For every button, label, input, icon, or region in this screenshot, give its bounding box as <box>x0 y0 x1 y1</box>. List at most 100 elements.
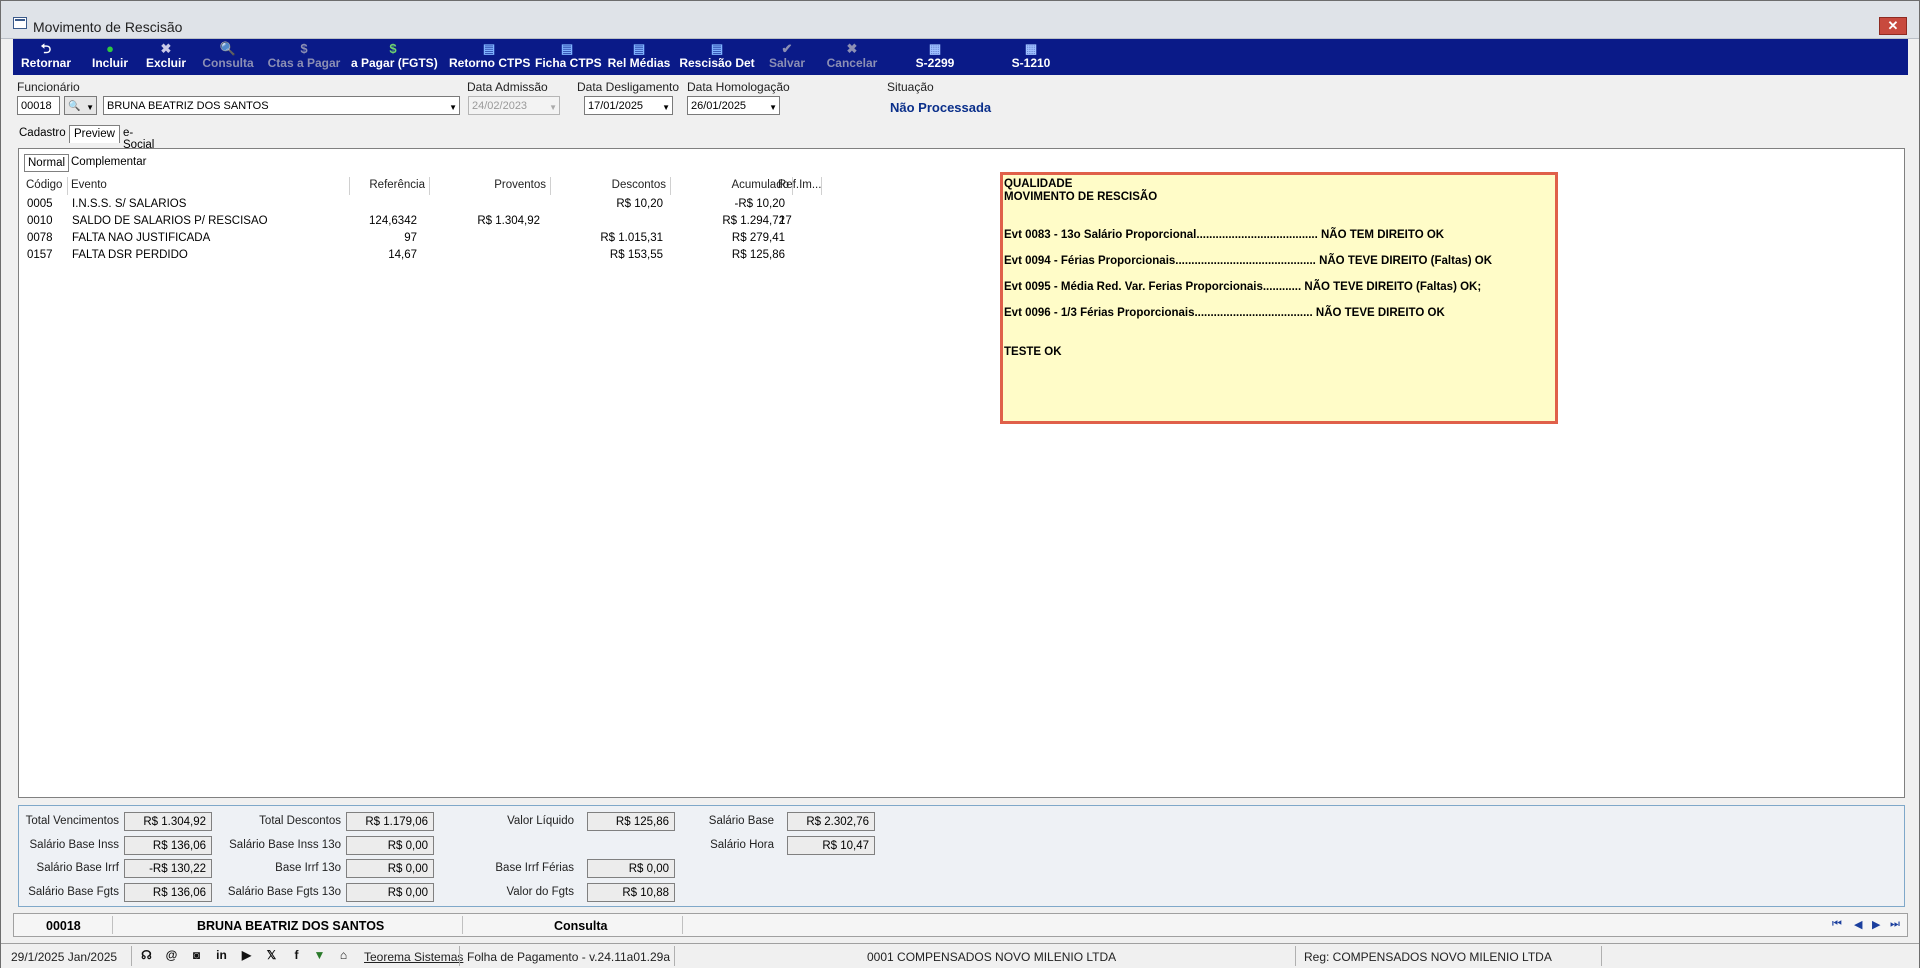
col-divider <box>550 177 551 195</box>
salario-hora-label: Salário Hora <box>710 839 774 851</box>
first-record-icon[interactable]: ⏮ <box>1832 918 1842 931</box>
linkedin-icon[interactable]: in <box>214 948 229 963</box>
tab-preview[interactable]: Preview <box>69 125 120 143</box>
status-divider <box>131 946 132 966</box>
preview-panel: Normal Complementar Código Evento Referê… <box>18 148 1905 798</box>
total-descontos-value: R$ 1.179,06 <box>346 812 434 831</box>
at-icon[interactable]: @ <box>164 948 179 963</box>
nav-mode: Consulta <box>554 919 608 933</box>
salario-base-inss-label: Salário Base Inss <box>29 839 120 851</box>
teorema-link[interactable]: Teorema Sistemas <box>364 950 463 964</box>
col-descontos[interactable]: Descontos <box>554 179 666 191</box>
table-row[interactable]: 0078 FALTA NAO JUSTIFICADA 97 R$ 1.015,3… <box>19 232 819 249</box>
document-icon: ▦ <box>1024 41 1038 56</box>
homologacao-label: Data Homologação <box>687 80 790 94</box>
table-row[interactable]: 0157 FALTA DSR PERDIDO 14,67 R$ 153,55 R… <box>19 249 819 266</box>
toolbar: ⮌ Retornar ● Incluir ✖ Excluir 🔍 Consulta $ C… <box>13 39 1908 75</box>
a-pagar-fgts-button[interactable]: $ a Pagar (FGTS) <box>351 41 438 73</box>
close-button[interactable]: ✕ <box>1879 17 1907 35</box>
desligamento-date-field[interactable]: 17/01/2025 ▼ <box>584 96 673 115</box>
status-divider <box>459 946 460 966</box>
consulta-button[interactable]: 🔍 Consulta <box>201 41 255 73</box>
rescisao-det-button[interactable]: ▤ Rescisão Det <box>679 41 755 73</box>
homologacao-date-field[interactable]: 26/01/2025 ▼ <box>687 96 780 115</box>
incluir-button[interactable]: ● Incluir <box>87 41 133 73</box>
cancelar-button[interactable]: ✖ Cancelar <box>825 41 879 73</box>
total-descontos-label: Total Descontos <box>259 815 341 827</box>
twitter-icon[interactable]: 𝕏 <box>264 948 279 963</box>
funcionario-search-button[interactable]: 🔍 ▼ <box>64 96 97 115</box>
col-proventos[interactable]: Proventos <box>433 179 546 191</box>
col-codigo[interactable]: Código <box>26 179 62 191</box>
teorema-logo-icon[interactable]: ▼ <box>312 948 327 963</box>
cell-descontos: R$ 1.015,31 <box>600 232 663 244</box>
excluir-button[interactable]: ✖ Excluir <box>143 41 189 73</box>
headset-icon[interactable]: ☊ <box>139 948 154 963</box>
retorno-ctps-button[interactable]: ▤ Retorno CTPS <box>449 41 530 73</box>
last-record-icon[interactable]: ⏭ <box>1890 918 1900 931</box>
money-bag-icon: $ <box>389 41 397 56</box>
cell-acumulado: R$ 125,86 <box>731 249 785 261</box>
check-icon: ✔ <box>781 41 793 56</box>
col-ref-im[interactable]: Ref.Im... <box>778 179 821 191</box>
col-divider <box>429 177 430 195</box>
situacao-value: Não Processada <box>890 100 992 115</box>
youtube-icon[interactable]: ▶ <box>239 948 254 963</box>
academy-icon[interactable]: ⌂ <box>336 948 351 963</box>
ficha-ctps-button[interactable]: ▤ Ficha CTPS <box>535 41 602 73</box>
cell-referencia: 97 <box>404 232 417 244</box>
col-referencia[interactable]: Referência <box>353 179 425 191</box>
base-irrf-ferias-value: R$ 0,00 <box>587 859 675 878</box>
s-2299-button[interactable]: ▦ S-2299 <box>911 41 959 73</box>
salvar-button[interactable]: ✔ Salvar <box>765 41 809 73</box>
subtab-normal[interactable]: Normal <box>24 154 70 172</box>
printer-icon: ▤ <box>482 41 496 56</box>
col-acumulado[interactable]: Acumulado <box>674 179 789 191</box>
next-record-icon[interactable]: ▶ <box>1872 918 1880 931</box>
salario-base-fgts-13o-value: R$ 0,00 <box>346 883 434 902</box>
prev-record-icon[interactable]: ◀ <box>1854 918 1862 931</box>
total-vencimentos-label: Total Vencimentos <box>25 815 119 827</box>
valor-liquido-label: Valor Líquido <box>507 815 574 827</box>
chevron-down-icon: ▼ <box>769 103 777 112</box>
instagram-icon[interactable]: ◙ <box>189 948 204 963</box>
cell-evento: FALTA DSR PERDIDO <box>72 249 188 261</box>
printer-icon: ▤ <box>710 41 724 56</box>
note-line: Evt 0083 - 13o Salário Proporcional.....… <box>1004 229 1445 241</box>
nav-employee-name: BRUNA BEATRIZ DOS SANTOS <box>197 919 385 933</box>
cell-codigo: 0010 <box>27 215 53 227</box>
tab-cadastro[interactable]: Cadastro <box>15 125 70 143</box>
search-icon: 🔍 <box>68 101 81 112</box>
tab-esocial[interactable]: e-Social <box>119 125 158 151</box>
cell-descontos: R$ 153,55 <box>609 249 663 261</box>
admissao-date-field[interactable]: 24/02/2023 ▼ <box>468 96 560 115</box>
printer-icon: ▤ <box>632 41 646 56</box>
base-irrf-13o-label: Base Irrf 13o <box>275 862 341 874</box>
return-icon: ⮌ <box>40 41 52 56</box>
nav-divider <box>682 916 683 934</box>
table-row[interactable]: 0005 I.N.S.S. S/ SALARIOS R$ 10,20 -R$ 1… <box>19 198 819 215</box>
cell-referencia: 124,6342 <box>369 215 417 227</box>
facebook-icon[interactable]: f <box>289 948 304 963</box>
table-row[interactable]: 0010 SALDO DE SALARIOS P/ RESCISAO 124,6… <box>19 215 819 232</box>
col-evento[interactable]: Evento <box>71 179 107 191</box>
status-reg: Reg: COMPENSADOS NOVO MILENIO LTDA <box>1304 950 1552 964</box>
ctas-a-pagar-button[interactable]: $ Ctas a Pagar <box>267 41 341 73</box>
subtab-complementar[interactable]: Complementar <box>68 154 149 172</box>
col-divider <box>821 177 822 195</box>
s-1210-button[interactable]: ▦ S-1210 <box>1007 41 1055 73</box>
note-line: MOVIMENTO DE RESCISÃO <box>1004 191 1158 203</box>
rel-medias-button[interactable]: ▤ Rel Médias <box>607 41 671 73</box>
base-irrf-13o-value: R$ 0,00 <box>346 859 434 878</box>
funcionario-name-value: BRUNA BEATRIZ DOS SANTOS <box>107 100 269 112</box>
valor-fgts-value: R$ 10,88 <box>587 883 675 902</box>
admissao-date-value: 24/02/2023 <box>472 100 528 112</box>
cell-acumulado: -R$ 10,20 <box>734 198 785 210</box>
status-divider <box>674 946 675 966</box>
funcionario-code-input[interactable]: 00018 <box>17 96 60 115</box>
admissao-label: Data Admissão <box>467 80 548 94</box>
funcionario-name-select[interactable]: BRUNA BEATRIZ DOS SANTOS ▼ <box>103 96 460 115</box>
col-divider <box>670 177 671 195</box>
salario-base-fgts-13o-label: Salário Base Fgts 13o <box>227 886 341 898</box>
retornar-button[interactable]: ⮌ Retornar <box>19 41 73 73</box>
